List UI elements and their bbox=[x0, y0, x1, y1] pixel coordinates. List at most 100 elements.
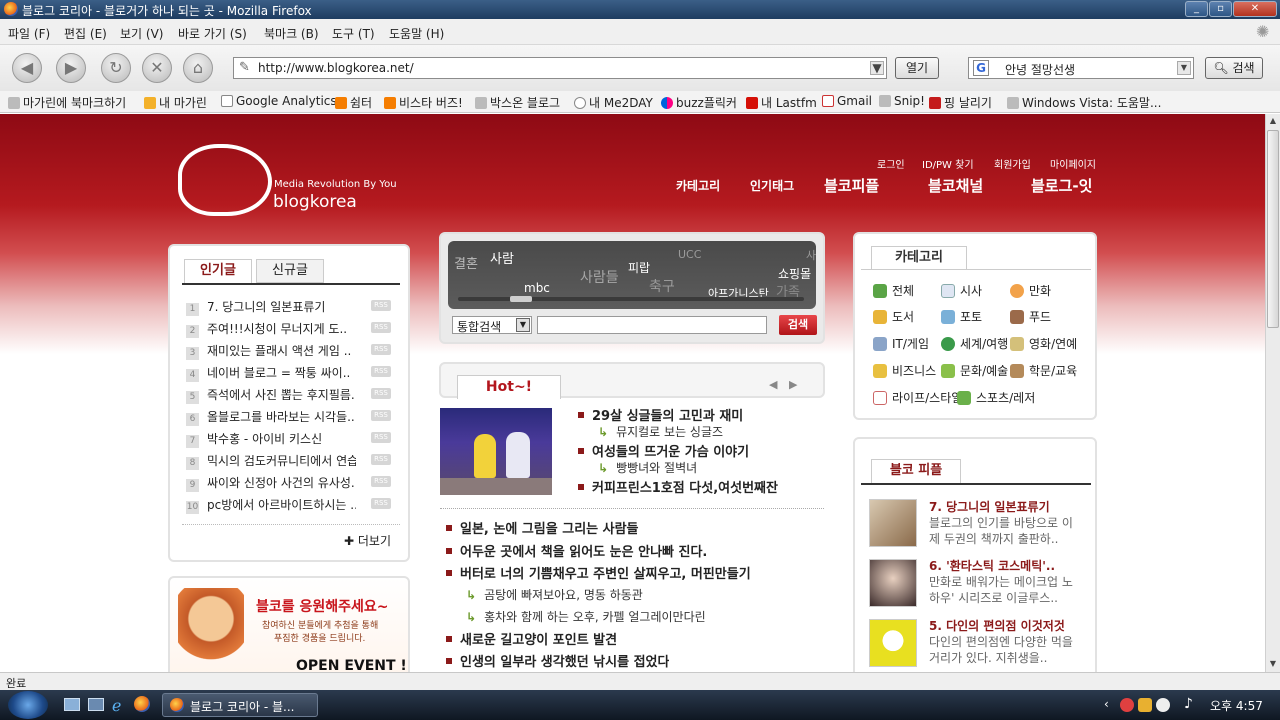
bookmark-item[interactable]: Google Analytics bbox=[221, 94, 337, 108]
blogkorea-logo-icon[interactable] bbox=[178, 144, 272, 216]
bookmark-item[interactable]: 마가린에 북마크하기 bbox=[8, 94, 126, 111]
nav-bco-channel[interactable]: 블코채널 bbox=[928, 175, 983, 196]
people-title[interactable]: 5. 다인의 편의점 이것저것 bbox=[929, 617, 1065, 634]
more-link[interactable]: ✚ 더보기 bbox=[344, 532, 391, 549]
home-icon[interactable]: ⌂ bbox=[183, 53, 213, 83]
menu-help[interactable]: 도움말 (H) bbox=[389, 25, 444, 42]
site-search-input[interactable] bbox=[537, 316, 767, 334]
search-dropdown-icon[interactable]: ▼ bbox=[1177, 61, 1191, 75]
nav-popular-tags[interactable]: 인기태그 bbox=[750, 177, 794, 194]
tag-item[interactable]: UCC bbox=[678, 248, 701, 261]
bookmark-item[interactable]: 박스온 블로그 bbox=[475, 94, 560, 111]
login-link[interactable]: 로그인 bbox=[877, 156, 905, 171]
menu-go[interactable]: 바로 가기 (S) bbox=[178, 25, 247, 42]
url-input[interactable]: ✎ http://www.blogkorea.net/ ▼ bbox=[233, 57, 887, 79]
list-item[interactable]: 8 믹시의 검도커뮤니티에서 연습.. bbox=[186, 452, 356, 470]
post-item[interactable]: 버터로 너의 기쁨채우고 주변인 살찌우고, 머핀만들기 bbox=[446, 563, 751, 582]
rss-icon[interactable]: RSS bbox=[371, 476, 391, 487]
bookmark-item[interactable]: 내 Me2DAY bbox=[574, 94, 653, 111]
tag-item[interactable]: 결혼 bbox=[454, 253, 478, 272]
menu-edit[interactable]: 편집 (E) bbox=[64, 25, 107, 42]
category-item[interactable]: 라이프/스타일 bbox=[873, 389, 962, 406]
chevron-down-icon[interactable]: ▼ bbox=[516, 318, 530, 332]
tag-item[interactable]: mbc bbox=[524, 281, 550, 295]
mypage-link[interactable]: 마이페이지 bbox=[1050, 156, 1096, 171]
hot-item[interactable]: 커피프린스1호점 다섯,여섯번째잔 bbox=[578, 477, 778, 496]
menu-tools[interactable]: 도구 (T) bbox=[332, 25, 375, 42]
search-input[interactable]: G 안녕 절망선생 ▼ bbox=[968, 57, 1194, 79]
rss-icon[interactable]: RSS bbox=[371, 344, 391, 355]
post-item[interactable]: 어두운 곳에서 책을 읽어도 눈은 안나빠 진다. bbox=[446, 541, 707, 560]
avatar[interactable] bbox=[869, 619, 917, 667]
tag-item[interactable]: 사 bbox=[806, 247, 816, 263]
category-item[interactable]: 전체 bbox=[873, 282, 914, 299]
category-item[interactable]: 영화/연예 bbox=[1010, 335, 1077, 352]
list-item[interactable]: 5 즉석에서 사진 뽑는 후지필름.. bbox=[186, 386, 356, 404]
url-dropdown-icon[interactable]: ▼ bbox=[870, 61, 884, 75]
tag-item[interactable]: 사람들 bbox=[580, 267, 619, 287]
list-item[interactable]: 6 올블로그를 바라보는 시각들.. bbox=[186, 408, 356, 426]
bookmark-item[interactable]: Snip! bbox=[879, 94, 925, 108]
prev-icon[interactable]: ◀ bbox=[769, 378, 777, 391]
taskbar-task-firefox[interactable]: 블로그 코리아 - 블... bbox=[162, 693, 318, 717]
hot-tab[interactable]: Hot~! bbox=[457, 375, 561, 399]
signup-link[interactable]: 회원가입 bbox=[994, 156, 1031, 171]
post-item[interactable]: 일본, 논에 그림을 그리는 사람들 bbox=[446, 518, 639, 537]
firefox-quicklaunch-icon[interactable] bbox=[134, 696, 150, 712]
post-sub-item[interactable]: ↳ 홍차와 함께 하는 오후, 카펠 얼그레이만다린 bbox=[466, 608, 706, 625]
start-button-icon[interactable] bbox=[8, 691, 48, 719]
google-engine-icon[interactable]: G bbox=[973, 60, 989, 76]
post-sub-item[interactable]: ↳ 곰탕에 빠져보아요, 명동 하동관 bbox=[466, 586, 643, 603]
tray-app-icon[interactable] bbox=[1120, 698, 1134, 712]
bookmark-item[interactable]: 핑 날리기 bbox=[929, 94, 992, 111]
tab-popular[interactable]: 인기글 bbox=[184, 259, 252, 283]
tray-expand-icon[interactable]: ‹ bbox=[1104, 697, 1109, 711]
bookmark-item[interactable]: 쉼터 bbox=[335, 94, 372, 111]
ie-icon[interactable]: ℯ bbox=[112, 696, 121, 715]
scroll-up-icon[interactable]: ▲ bbox=[1266, 114, 1280, 128]
menu-file[interactable]: 파일 (F) bbox=[8, 25, 50, 42]
hot-item[interactable]: 29살 싱글들의 고민과 재미 bbox=[578, 405, 743, 424]
list-item[interactable]: 2 주여!!!시청이 무너지게 도.. bbox=[186, 320, 356, 338]
rss-icon[interactable]: RSS bbox=[371, 366, 391, 377]
category-item[interactable]: 만화 bbox=[1010, 282, 1051, 299]
post-item[interactable]: 인생의 일부라 생각했던 낚시를 접었다 bbox=[446, 651, 669, 670]
scroll-thumb[interactable] bbox=[1267, 130, 1279, 328]
bookmark-item[interactable]: buzz플릭커 bbox=[661, 94, 737, 111]
maximize-icon[interactable]: ▫ bbox=[1209, 1, 1232, 17]
tray-app-icon[interactable] bbox=[1138, 698, 1152, 712]
hot-item[interactable]: 여성들의 뜨거운 가슴 이야기 bbox=[578, 441, 749, 460]
event-banner[interactable]: 블코를 응원해주세요~ 참여하신 분들에게 추첨을 통해 푸짐한 경품을 드립니… bbox=[168, 576, 410, 672]
list-item[interactable]: 7 박수홍 - 아이비 키스신 bbox=[186, 430, 356, 448]
menu-bookmarks[interactable]: 북마크 (B) bbox=[264, 25, 319, 42]
list-item[interactable]: 9 싸이와 신정아 사건의 유사성.. bbox=[186, 474, 356, 492]
bookmark-item[interactable]: 내 마가린 bbox=[144, 94, 207, 111]
people-title[interactable]: 6. '환타스틱 코스메틱'.. bbox=[929, 557, 1055, 574]
tray-app-icon[interactable] bbox=[1156, 698, 1170, 712]
tag-item[interactable]: 쇼핑몰 bbox=[778, 265, 811, 282]
bookmark-item[interactable]: 비스타 버즈! bbox=[384, 94, 463, 111]
category-item[interactable]: 포토 bbox=[941, 308, 982, 325]
menu-view[interactable]: 보기 (V) bbox=[120, 25, 163, 42]
rss-icon[interactable]: RSS bbox=[371, 322, 391, 333]
bookmark-item[interactable]: Windows Vista: 도움말... bbox=[1007, 94, 1161, 111]
vertical-scrollbar[interactable]: ▲ ▼ bbox=[1265, 114, 1280, 672]
list-item[interactable]: 10 pc방에서 아르바이트하시는 .. bbox=[186, 496, 356, 514]
category-item[interactable]: 문화/예술 bbox=[941, 362, 1008, 379]
rss-icon[interactable]: RSS bbox=[371, 410, 391, 421]
category-item[interactable]: 학문/교육 bbox=[1010, 362, 1077, 379]
next-icon[interactable]: ▶ bbox=[789, 378, 797, 391]
minimize-icon[interactable]: _ bbox=[1185, 1, 1208, 17]
go-button[interactable]: 열기 bbox=[895, 57, 939, 79]
site-search-button[interactable]: 검색 bbox=[779, 315, 817, 335]
rss-icon[interactable]: RSS bbox=[371, 300, 391, 311]
rss-icon[interactable]: RSS bbox=[371, 388, 391, 399]
hot-sub-item[interactable]: ↳ 빵빵녀와 절벽녀 bbox=[598, 459, 697, 476]
rss-icon[interactable]: RSS bbox=[371, 432, 391, 443]
bookmark-item[interactable]: Gmail bbox=[822, 94, 872, 108]
avatar[interactable] bbox=[869, 559, 917, 607]
bookmark-item[interactable]: 내 Lastfm bbox=[746, 94, 817, 111]
scroll-down-icon[interactable]: ▼ bbox=[1266, 657, 1280, 671]
list-item[interactable]: 4 네이버 블로그 = 짝퉁 싸이.. bbox=[186, 364, 356, 382]
find-id-link[interactable]: ID/PW 찾기 bbox=[922, 156, 974, 171]
